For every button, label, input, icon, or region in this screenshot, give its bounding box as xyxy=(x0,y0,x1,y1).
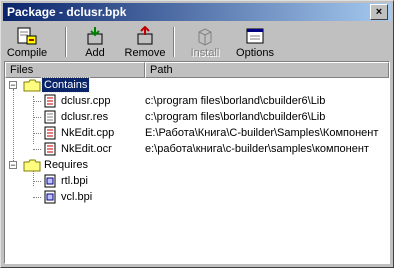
tree-line xyxy=(33,149,41,150)
tree-item-package[interactable]: vcl.bpi xyxy=(5,190,389,204)
file-path: c:\program files\borland\cbuilder6\Lib xyxy=(145,111,326,123)
add-label: Add xyxy=(85,47,105,59)
file-name: dclusr.res xyxy=(61,111,109,123)
remove-icon xyxy=(137,26,153,45)
collapse-toggle[interactable]: − xyxy=(9,81,17,90)
package-icon xyxy=(44,190,56,204)
tree-item-file[interactable]: NkEdit.cpp E:\Работа\Книга\C-builder\Sam… xyxy=(5,126,389,140)
tree-line xyxy=(33,197,41,198)
tree-node-contains[interactable]: − Contains xyxy=(5,77,389,93)
tree-line xyxy=(33,181,41,182)
toolbar-separator xyxy=(173,27,175,57)
package-window: Package - dclusr.bpk × Compile Add Remov… xyxy=(0,0,394,268)
collapse-toggle[interactable]: − xyxy=(9,161,17,170)
file-path: E:\Работа\Книга\C-builder\Samples\Компон… xyxy=(145,127,379,139)
file-name: dclusr.cpp xyxy=(61,95,111,107)
install-label: Install xyxy=(190,47,220,59)
remove-label: Remove xyxy=(124,47,166,59)
toolbar: Compile Add Remove Install Options xyxy=(3,23,391,61)
options-button[interactable]: Options xyxy=(231,24,279,60)
tree-node-label: Contains xyxy=(40,77,91,93)
options-icon xyxy=(246,28,264,44)
tree-item-file[interactable]: NkEdit.ocr e:\работа\книга\c-builder\sam… xyxy=(5,142,389,156)
file-name: NkEdit.cpp xyxy=(61,127,115,139)
tree-line xyxy=(33,133,41,134)
add-button[interactable]: Add xyxy=(71,24,119,60)
remove-button[interactable]: Remove xyxy=(121,24,169,60)
column-header: Files Path xyxy=(5,62,389,78)
package-name: vcl.bpi xyxy=(61,191,93,203)
package-icon xyxy=(44,174,56,188)
tree-node-label: Requires xyxy=(44,159,89,171)
compile-label: Compile xyxy=(6,47,48,59)
document-icon xyxy=(44,142,56,156)
package-tree-view[interactable]: Files Path − Contains dclusr.cpp c:\prog… xyxy=(4,61,390,264)
tree-line xyxy=(33,117,41,118)
compile-icon xyxy=(17,27,37,45)
files-column-header[interactable]: Files xyxy=(5,62,145,78)
document-icon xyxy=(44,126,56,140)
toolbar-separator xyxy=(65,27,67,57)
file-path: e:\работа\книга\c-builder\samples\компон… xyxy=(145,143,369,155)
tree-item-package[interactable]: rtl.bpi xyxy=(5,174,389,188)
folder-icon xyxy=(23,79,41,92)
folder-icon xyxy=(23,159,41,172)
install-icon xyxy=(198,28,212,46)
tree: − Contains dclusr.cpp c:\program files\b… xyxy=(5,77,389,263)
options-label: Options xyxy=(236,47,274,59)
tree-node-requires[interactable]: − Requires xyxy=(5,158,389,172)
tree-item-file[interactable]: dclusr.cpp c:\program files\borland\cbui… xyxy=(5,94,389,108)
file-name: NkEdit.ocr xyxy=(61,143,112,155)
tree-item-file[interactable]: dclusr.res c:\program files\borland\cbui… xyxy=(5,110,389,124)
document-icon xyxy=(44,94,56,108)
document-icon xyxy=(44,110,56,124)
tree-line xyxy=(33,101,41,102)
install-button[interactable]: Install xyxy=(181,24,229,60)
close-button[interactable]: × xyxy=(370,4,388,20)
path-column-header[interactable]: Path xyxy=(145,62,389,78)
window-title: Package - dclusr.bpk xyxy=(7,5,127,19)
add-icon xyxy=(87,27,103,45)
compile-button[interactable]: Compile xyxy=(3,24,51,60)
file-path: c:\program files\borland\cbuilder6\Lib xyxy=(145,95,326,107)
package-name: rtl.bpi xyxy=(61,175,88,187)
title-bar[interactable]: Package - dclusr.bpk × xyxy=(3,3,391,21)
